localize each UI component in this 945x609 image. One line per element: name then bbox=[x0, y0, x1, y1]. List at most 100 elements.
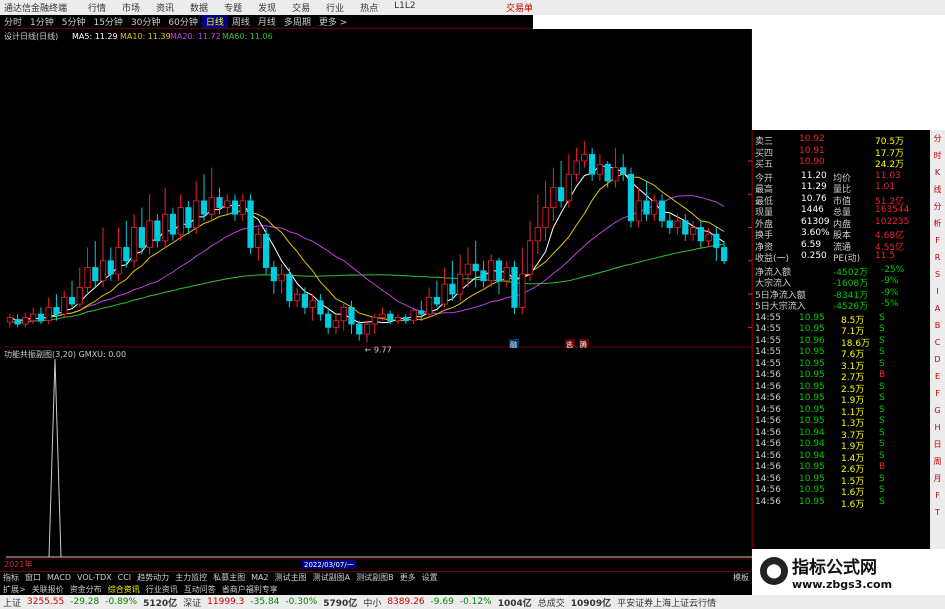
side-tool-2[interactable]: K bbox=[930, 164, 945, 181]
side-tool-12[interactable]: C bbox=[930, 334, 945, 351]
indicator-tab-9[interactable]: 测试主图 bbox=[272, 572, 310, 583]
candle bbox=[550, 167, 557, 221]
tick-row: 14:56 10.95 1.6万 S bbox=[755, 485, 885, 498]
side-tool-6[interactable]: F bbox=[930, 232, 945, 249]
indicator-tab-7[interactable]: 私募主图 bbox=[210, 572, 248, 583]
side-tool-21[interactable]: F bbox=[930, 487, 945, 504]
candle bbox=[674, 214, 681, 235]
menu-item-0[interactable]: 行情 bbox=[80, 1, 114, 14]
candles bbox=[6, 141, 728, 343]
template-tab[interactable]: 模板 bbox=[730, 572, 752, 583]
period-tab-5[interactable]: 60分钟 bbox=[164, 15, 201, 28]
menu-item-1[interactable]: 市场 bbox=[114, 1, 148, 14]
candle bbox=[247, 194, 254, 255]
index-value: 8389.26 bbox=[387, 597, 425, 607]
side-tool-10[interactable]: A bbox=[930, 300, 945, 317]
period-tab-4[interactable]: 30分钟 bbox=[127, 15, 164, 28]
menu-item-9[interactable]: L1L2 bbox=[386, 1, 423, 14]
side-tool-5[interactable]: 析 bbox=[930, 215, 945, 232]
menu-item-6[interactable]: 交易 bbox=[284, 1, 318, 14]
period-tab-10[interactable]: 更多 > bbox=[315, 15, 351, 28]
candle bbox=[620, 154, 627, 181]
candle bbox=[154, 214, 161, 248]
side-tool-15[interactable]: F bbox=[930, 385, 945, 402]
side-tool-8[interactable]: S bbox=[930, 266, 945, 283]
side-tool-18[interactable]: 日 bbox=[930, 436, 945, 453]
period-tab-2[interactable]: 5分钟 bbox=[58, 15, 90, 28]
side-tool-22[interactable]: T bbox=[930, 504, 945, 521]
side-tool-19[interactable]: 周 bbox=[930, 453, 945, 470]
indicator-tab-3[interactable]: VOL-TDX bbox=[74, 573, 115, 582]
indicator-tab-0[interactable]: 指标 bbox=[0, 572, 22, 583]
period-tab-7[interactable]: 周线 bbox=[228, 15, 254, 28]
quote-panel: 卖三 10.92 70.5万 买四 10.91 17.7万 买五 10.90 24.2万 今开 11… bbox=[752, 130, 930, 595]
menu-item-2[interactable]: 资讯 bbox=[148, 1, 182, 14]
side-tool-7[interactable]: R bbox=[930, 249, 945, 266]
indicator-tab-1[interactable]: 窗口 bbox=[22, 572, 44, 583]
info-tab-1[interactable]: 关联报价 bbox=[29, 584, 67, 595]
info-tab-6[interactable]: 省商户福利专享 bbox=[219, 584, 281, 595]
indicator-tab-12[interactable]: 更多 bbox=[397, 572, 419, 583]
info-tab-0[interactable]: 扩展> bbox=[0, 584, 29, 595]
candle bbox=[635, 187, 642, 228]
candle bbox=[200, 174, 208, 221]
signal-badge: 融 bbox=[509, 339, 519, 349]
menu-item-5[interactable]: 发现 bbox=[250, 1, 284, 14]
indicator-tab-2[interactable]: MACD bbox=[44, 573, 74, 582]
indicator-tab-8[interactable]: MA2 bbox=[248, 573, 271, 582]
candle bbox=[651, 194, 658, 221]
index-change: -29.28 bbox=[70, 597, 100, 607]
tick-row: 14:56 10.95 2.6万 B bbox=[755, 462, 886, 475]
tick-row: 14:56 10.95 1.3万 S bbox=[755, 416, 885, 429]
info-tab-2[interactable]: 资金分布 bbox=[67, 584, 105, 595]
side-tool-3[interactable]: 线 bbox=[930, 181, 945, 198]
menu-item-8[interactable]: 热点 bbox=[352, 1, 386, 14]
indicator-tab-10[interactable]: 测试副图A bbox=[310, 572, 353, 583]
candle bbox=[519, 247, 526, 315]
period-tab-6[interactable]: 日线 bbox=[201, 15, 228, 28]
side-tool-1[interactable]: 时 bbox=[930, 147, 945, 164]
tick-row: 14:56 10.94 3.7万 S bbox=[755, 427, 885, 441]
info-tab-3[interactable]: 综合资讯 bbox=[105, 584, 143, 595]
side-tool-0[interactable]: 分 bbox=[930, 130, 945, 147]
candle bbox=[472, 240, 479, 288]
period-tab-8[interactable]: 月线 bbox=[254, 15, 280, 28]
indicator-tab-4[interactable]: CCI bbox=[115, 573, 135, 582]
side-tool-4[interactable]: 分 bbox=[930, 198, 945, 215]
info-tab-4[interactable]: 行业资讯 bbox=[143, 584, 181, 595]
lower-indicator-label: 功能共振副图(3,20) GMXU: 0.00 bbox=[4, 349, 126, 359]
indicator-tab-11[interactable]: 测试副图B bbox=[353, 572, 397, 583]
indicator-tab-5[interactable]: 趋势动力 bbox=[134, 572, 172, 583]
index-name: 深证 bbox=[183, 598, 202, 609]
ma-label-ma20: MA20: 11.72 bbox=[170, 32, 221, 41]
menu-item-7[interactable]: 行业 bbox=[318, 1, 352, 14]
flow-row: 大宗流入 -1608万 -9% bbox=[755, 276, 899, 289]
tick-row: 14:55 10.96 18.6万 S bbox=[755, 335, 885, 349]
side-tool-16[interactable]: G bbox=[930, 402, 945, 419]
index-pct: -0.12% bbox=[459, 597, 492, 607]
info-tab-5[interactable]: 互动问答 bbox=[181, 584, 219, 595]
side-tool-20[interactable]: 月 bbox=[930, 470, 945, 487]
candle bbox=[22, 312, 29, 328]
side-tool-17[interactable]: H bbox=[930, 419, 945, 436]
side-tool-9[interactable]: I bbox=[930, 283, 945, 300]
app-title: 通达信金融终端 bbox=[4, 4, 68, 14]
side-tool-14[interactable]: E bbox=[930, 368, 945, 385]
watermark-title: 指标公式网 bbox=[792, 558, 877, 578]
index-amount: 5790亿 bbox=[323, 598, 358, 609]
menu-item-4[interactable]: 专题 bbox=[216, 1, 250, 14]
period-tab-3[interactable]: 15分钟 bbox=[89, 15, 126, 28]
indicator-tab-6[interactable]: 主力监控 bbox=[172, 572, 210, 583]
side-tool-13[interactable]: D bbox=[930, 351, 945, 368]
menu-item-3[interactable]: 数据 bbox=[182, 1, 216, 14]
candle bbox=[301, 287, 309, 315]
side-tool-11[interactable]: B bbox=[930, 317, 945, 334]
index-value: 3255.55 bbox=[27, 597, 65, 607]
info-row: 现量 1446 总量 163544 bbox=[755, 205, 910, 218]
watermark: ⬤ 指标公式网 www.zbgs3.com bbox=[752, 549, 945, 595]
period-tab-1[interactable]: 1分钟 bbox=[26, 15, 58, 28]
kline-chart[interactable]: 设计日线(日线) MA5: 11.29 MA10: 11.39 MA20: 11.72… bbox=[0, 29, 752, 595]
indicator-tab-13[interactable]: 设置 bbox=[419, 572, 441, 583]
period-tab-9[interactable]: 多周期 bbox=[280, 15, 315, 28]
trade-order-link[interactable]: 交易单 bbox=[506, 1, 533, 14]
